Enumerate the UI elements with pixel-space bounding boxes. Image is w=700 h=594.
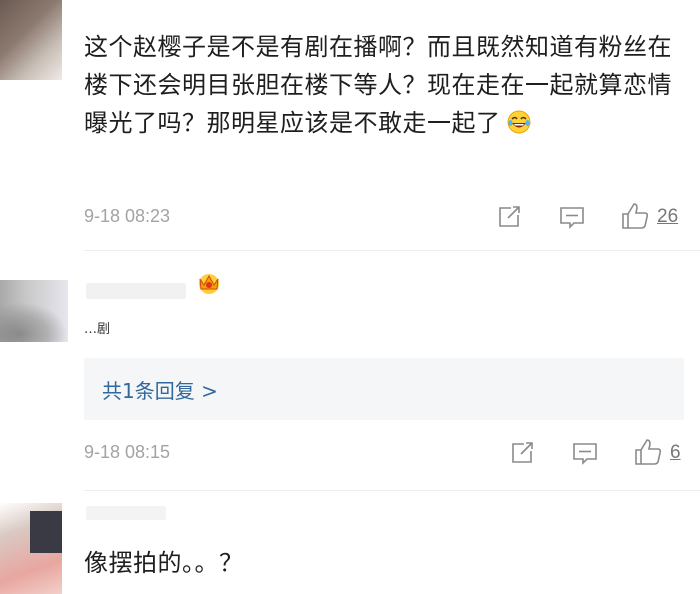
laugh-cry-emoji xyxy=(507,107,531,134)
comment-timestamp: 9-18 08:23 xyxy=(84,206,171,226)
comment-timestamp: 9-18 08:15 xyxy=(84,442,171,462)
share-icon[interactable] xyxy=(510,442,534,468)
comment-icon[interactable] xyxy=(572,442,598,470)
reply-box: 共1条回复 > xyxy=(84,358,684,420)
vip-crown-icon xyxy=(196,271,222,295)
comment-icon[interactable] xyxy=(559,206,585,234)
comment-text: 这个赵樱子是不是有剧在播啊？而且既然知道有粉丝在楼下还会明目张胆在楼下等人？现在… xyxy=(84,28,684,142)
avatar[interactable] xyxy=(0,503,62,594)
like-count[interactable]: 26 xyxy=(657,206,678,228)
like-count[interactable]: 6 xyxy=(670,442,681,464)
comment-body: 这个赵樱子是不是有剧在播啊？而且既然知道有粉丝在楼下还会明目张胆在楼下等人？现在… xyxy=(84,33,672,137)
username-blurred[interactable] xyxy=(86,506,166,520)
thumbs-up-icon[interactable] xyxy=(620,201,650,235)
avatar[interactable] xyxy=(0,0,62,80)
comment-body: 像摆拍的。。？ xyxy=(84,549,244,577)
username-blurred[interactable] xyxy=(86,283,186,299)
share-icon[interactable] xyxy=(497,206,521,232)
thumbs-up-icon[interactable] xyxy=(633,437,663,471)
view-replies-link[interactable]: 共1条回复 > xyxy=(102,375,218,404)
divider xyxy=(84,490,700,491)
divider xyxy=(84,250,700,251)
avatar[interactable] xyxy=(0,280,68,342)
comment-body-snippet: …剧 xyxy=(84,322,111,337)
comment-text: 像摆拍的。。？ xyxy=(84,544,244,582)
